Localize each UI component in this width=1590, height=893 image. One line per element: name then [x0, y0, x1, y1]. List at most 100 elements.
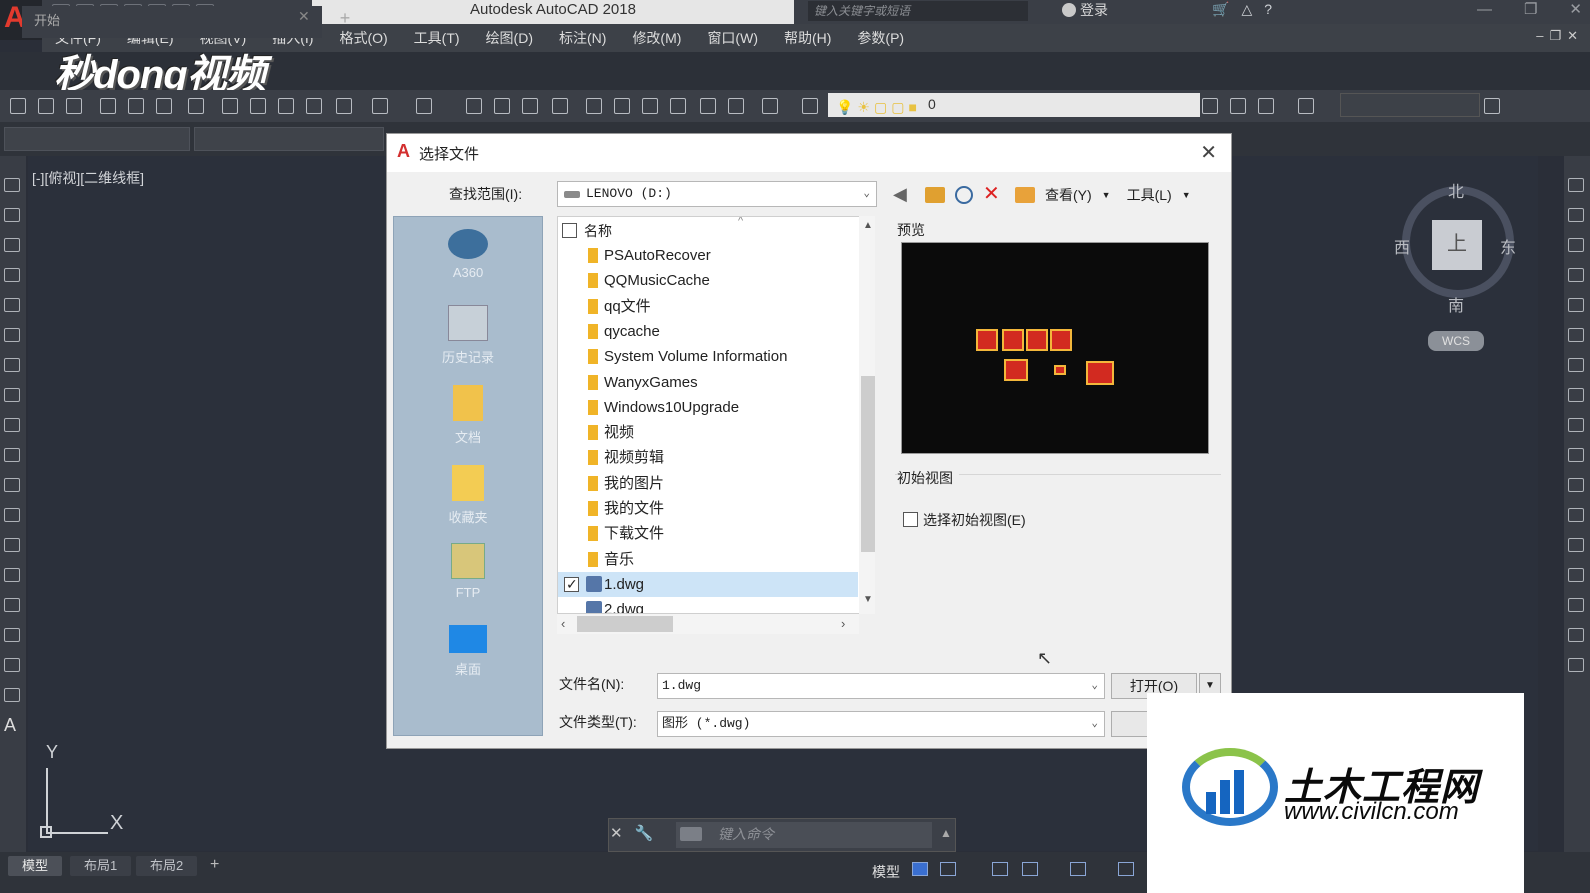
- file-list-item[interactable]: 音乐: [558, 547, 858, 572]
- menu-dimension[interactable]: 标注(N): [546, 28, 619, 48]
- circle-icon[interactable]: [4, 358, 20, 372]
- place-history[interactable]: 历史记录: [394, 305, 542, 366]
- viewcube-south[interactable]: 南: [1448, 292, 1464, 316]
- look-in-dropdown[interactable]: LENOVO (D:) ⌄: [557, 181, 877, 207]
- file-list-item[interactable]: QQMusicCache: [558, 268, 858, 293]
- text-style-dropdown[interactable]: [1340, 93, 1480, 117]
- pan-icon[interactable]: [466, 98, 482, 114]
- add-layout-button[interactable]: +: [210, 856, 219, 874]
- file-list-vscroll-thumb[interactable]: [861, 376, 875, 552]
- point-icon[interactable]: [4, 568, 20, 582]
- file-list-item[interactable]: WanyxGames: [558, 370, 858, 395]
- new-folder-icon[interactable]: [1015, 187, 1035, 203]
- file-list-item[interactable]: PSAutoRecover: [558, 243, 858, 268]
- ortho-icon[interactable]: [992, 862, 1008, 876]
- copy-object-icon[interactable]: [1568, 208, 1584, 222]
- markup-icon[interactable]: [700, 98, 716, 114]
- command-history-toggle[interactable]: ▲: [940, 826, 952, 840]
- file-list-item[interactable]: System Volume Information: [558, 344, 858, 369]
- file-list-item[interactable]: qq文件: [558, 294, 858, 319]
- design-center-icon[interactable]: [614, 98, 630, 114]
- scroll-right-icon[interactable]: ›: [841, 616, 845, 631]
- layer-states-icon[interactable]: [1202, 98, 1218, 114]
- layer-previous-icon[interactable]: [1230, 98, 1246, 114]
- extend-icon[interactable]: [1568, 478, 1584, 492]
- insert-block-icon[interactable]: [4, 508, 20, 522]
- menu-window[interactable]: 窗口(W): [694, 28, 771, 48]
- dimension-style-icon[interactable]: [1484, 98, 1500, 114]
- trim-icon[interactable]: [1568, 448, 1584, 462]
- layout-tab-1[interactable]: 布局1: [70, 856, 132, 876]
- quickcalc-icon[interactable]: [728, 98, 744, 114]
- file-list-item[interactable]: 1.dwg: [558, 571, 858, 597]
- offset-icon[interactable]: [1568, 268, 1584, 282]
- place-documents[interactable]: 文档: [394, 385, 542, 446]
- open-icon[interactable]: [38, 98, 54, 114]
- redo-icon[interactable]: [416, 98, 432, 114]
- stretch-icon[interactable]: [1568, 418, 1584, 432]
- zoom-window-icon[interactable]: [522, 98, 538, 114]
- place-favorites[interactable]: 收藏夹: [394, 465, 542, 526]
- autodesk-icon[interactable]: △: [1241, 1, 1252, 18]
- scroll-down-icon[interactable]: ▼: [863, 594, 873, 605]
- scroll-up-icon[interactable]: ▲: [863, 220, 873, 231]
- chevron-down-icon[interactable]: ⌄: [1091, 712, 1098, 736]
- save-icon[interactable]: [66, 98, 82, 114]
- ellipse-icon[interactable]: [4, 448, 20, 462]
- back-icon[interactable]: ◀: [893, 185, 915, 205]
- chevron-down-icon[interactable]: ⌄: [1091, 674, 1098, 698]
- viewcube-west[interactable]: 西: [1394, 234, 1410, 258]
- layout-tab-2[interactable]: 布局2: [136, 856, 198, 876]
- place-a360[interactable]: A360: [394, 229, 542, 280]
- zoom-realtime-icon[interactable]: [494, 98, 510, 114]
- viewport-controls-label[interactable]: [-][俯视][二维线框]: [32, 168, 144, 188]
- polygon-icon[interactable]: [4, 268, 20, 282]
- item-checkbox[interactable]: [564, 572, 579, 597]
- menu-draw[interactable]: 绘图(D): [473, 28, 546, 48]
- osnap-icon[interactable]: [1070, 862, 1086, 876]
- polar-icon[interactable]: [1022, 862, 1038, 876]
- file-list-item[interactable]: 我的图片: [558, 471, 858, 496]
- cut-icon[interactable]: [222, 98, 238, 114]
- views-dropdown-icon[interactable]: ▼: [1102, 190, 1111, 200]
- mtext-icon[interactable]: A: [4, 716, 20, 734]
- 3dprint-icon[interactable]: [188, 98, 204, 114]
- rectangle-icon[interactable]: [4, 298, 20, 312]
- recent-commands-icon[interactable]: [680, 827, 702, 841]
- select-initial-view-checkbox[interactable]: [903, 512, 918, 527]
- arc-icon[interactable]: [4, 328, 20, 342]
- chamfer-icon[interactable]: [1568, 568, 1584, 582]
- fillet-icon[interactable]: [1568, 598, 1584, 612]
- menu-parametric[interactable]: 参数(P): [844, 28, 917, 48]
- line-icon[interactable]: [4, 178, 20, 192]
- up-folder-icon[interactable]: [925, 187, 945, 203]
- model-space-button[interactable]: 模型: [872, 862, 900, 882]
- qnew-icon[interactable]: [10, 98, 26, 114]
- viewcube-top-face[interactable]: 上: [1432, 220, 1482, 270]
- break-icon[interactable]: [1568, 508, 1584, 522]
- viewcube-north[interactable]: 北: [1448, 178, 1464, 202]
- login-button[interactable]: 登录: [1062, 0, 1108, 22]
- help-icon[interactable]: [762, 98, 778, 114]
- undo-icon[interactable]: [372, 98, 388, 114]
- lineweight-icon[interactable]: [1118, 862, 1134, 876]
- layout-tab-model[interactable]: 模型: [8, 856, 63, 876]
- customize-icon[interactable]: 🔧: [635, 825, 666, 842]
- file-list-item[interactable]: 视频剪辑: [558, 445, 858, 470]
- snap-icon[interactable]: [940, 862, 956, 876]
- sheet-set-icon[interactable]: [670, 98, 686, 114]
- spline-icon[interactable]: [4, 418, 20, 432]
- file-list-item[interactable]: 视频: [558, 420, 858, 445]
- filetype-dropdown[interactable]: 图形 (*.dwg) ⌄: [657, 711, 1105, 737]
- workspace-dropdown[interactable]: [4, 127, 190, 151]
- construction-line-icon[interactable]: [4, 208, 20, 222]
- region-icon[interactable]: [4, 658, 20, 672]
- place-ftp[interactable]: FTP: [394, 543, 542, 600]
- plot-icon[interactable]: [100, 98, 116, 114]
- scale-icon[interactable]: [1568, 388, 1584, 402]
- move-icon[interactable]: [1568, 328, 1584, 342]
- color-dropdown[interactable]: [194, 127, 384, 151]
- text-style-icon[interactable]: [1298, 98, 1314, 114]
- hatch-icon[interactable]: [4, 598, 20, 612]
- tab-start[interactable]: 开始: [22, 6, 322, 38]
